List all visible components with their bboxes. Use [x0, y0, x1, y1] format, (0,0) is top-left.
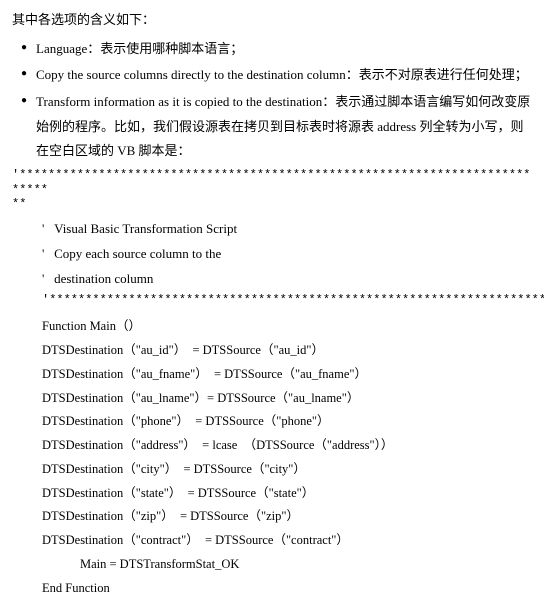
- code-line: DTSDestination（"phone"） = DTSSource（"pho…: [12, 410, 532, 434]
- vb-comment-line: ' Visual Basic Transformation Script: [12, 217, 532, 242]
- function-header: Function Main（）: [12, 315, 532, 339]
- end-function: End Function: [12, 577, 532, 601]
- code-main-ok: Main = DTSTransformStat_OK: [12, 553, 532, 577]
- bullet-text: Language：表示使用哪种脚本语言；: [36, 37, 532, 62]
- code-line: DTSDestination（"au_id"） = DTSSource（"au_…: [12, 339, 532, 363]
- code-line: DTSDestination（"au_fname"） = DTSSource（"…: [12, 363, 532, 387]
- vb-comment-line: ' Copy each source column to the: [12, 242, 532, 267]
- vb-comment-line: ' destination column: [12, 267, 532, 292]
- bullet-icon: ●: [12, 63, 36, 88]
- list-item: ● Transform information as it is copied …: [12, 90, 532, 164]
- code-line: DTSDestination（"state"） = DTSSource（"sta…: [12, 482, 532, 506]
- code-line: DTSDestination（"city"） = DTSSource（"city…: [12, 458, 532, 482]
- code-line: DTSDestination（"contract"） = DTSSource（"…: [12, 529, 532, 553]
- separator-stars-top: '***************************************…: [12, 168, 532, 211]
- list-item: ● Language：表示使用哪种脚本语言；: [12, 37, 532, 62]
- bullet-icon: ●: [12, 90, 36, 164]
- options-list: ● Language：表示使用哪种脚本语言； ● Copy the source…: [12, 37, 532, 164]
- stars-continuation: **: [12, 197, 26, 211]
- bullet-text: Copy the source columns directly to the …: [36, 63, 532, 88]
- code-line: DTSDestination（"au_lname"）= DTSSource（"a…: [12, 387, 532, 411]
- bullet-text: Transform information as it is copied to…: [36, 90, 532, 164]
- bullet-icon: ●: [12, 37, 36, 62]
- list-item: ● Copy the source columns directly to th…: [12, 63, 532, 88]
- code-line: DTSDestination（"address"） = lcase （DTSSo…: [12, 434, 532, 458]
- separator-stars-mid: '***************************************…: [12, 291, 532, 309]
- intro-text: 其中各选项的含义如下：: [12, 8, 532, 33]
- code-line: DTSDestination（"zip"） = DTSSource（"zip"）: [12, 505, 532, 529]
- stars-text: '***************************************…: [12, 168, 530, 196]
